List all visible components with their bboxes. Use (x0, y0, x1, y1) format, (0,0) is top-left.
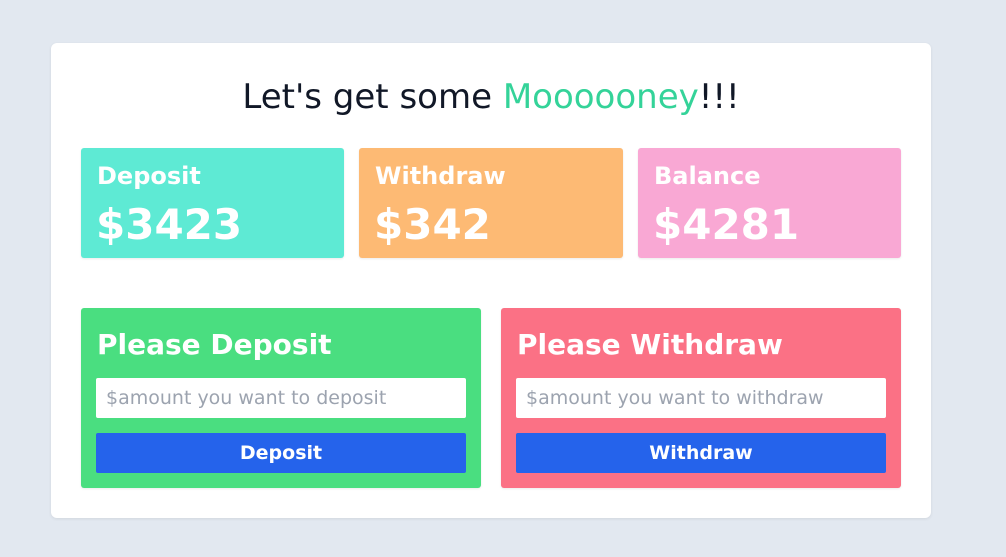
deposit-button[interactable]: Deposit (96, 433, 466, 473)
balance-stat-card: Balance $4281 (638, 148, 901, 258)
withdraw-panel-title: Please Withdraw (517, 328, 783, 361)
title-prefix: Let's get some (242, 77, 503, 117)
withdraw-stat-card: Withdraw $342 (359, 148, 623, 258)
deposit-panel: Please Deposit Deposit (81, 308, 481, 488)
deposit-stat-label: Deposit (97, 162, 201, 190)
page-title: Let's get some Moooooney!!! (51, 77, 931, 117)
withdraw-panel: Please Withdraw Withdraw (501, 308, 901, 488)
deposit-amount-input[interactable] (96, 378, 466, 418)
balance-stat-label: Balance (654, 162, 761, 190)
deposit-stat-value: $3423 (96, 200, 243, 249)
withdraw-stat-value: $342 (374, 200, 491, 249)
withdraw-amount-input[interactable] (516, 378, 886, 418)
main-card: Let's get some Moooooney!!! Deposit $342… (51, 43, 931, 518)
withdraw-stat-label: Withdraw (375, 162, 506, 190)
deposit-panel-title: Please Deposit (97, 328, 332, 361)
deposit-stat-card: Deposit $3423 (81, 148, 344, 258)
title-suffix: !!! (698, 77, 740, 117)
balance-stat-value: $4281 (653, 200, 800, 249)
title-highlight: Moooooney (502, 77, 699, 117)
withdraw-button[interactable]: Withdraw (516, 433, 886, 473)
